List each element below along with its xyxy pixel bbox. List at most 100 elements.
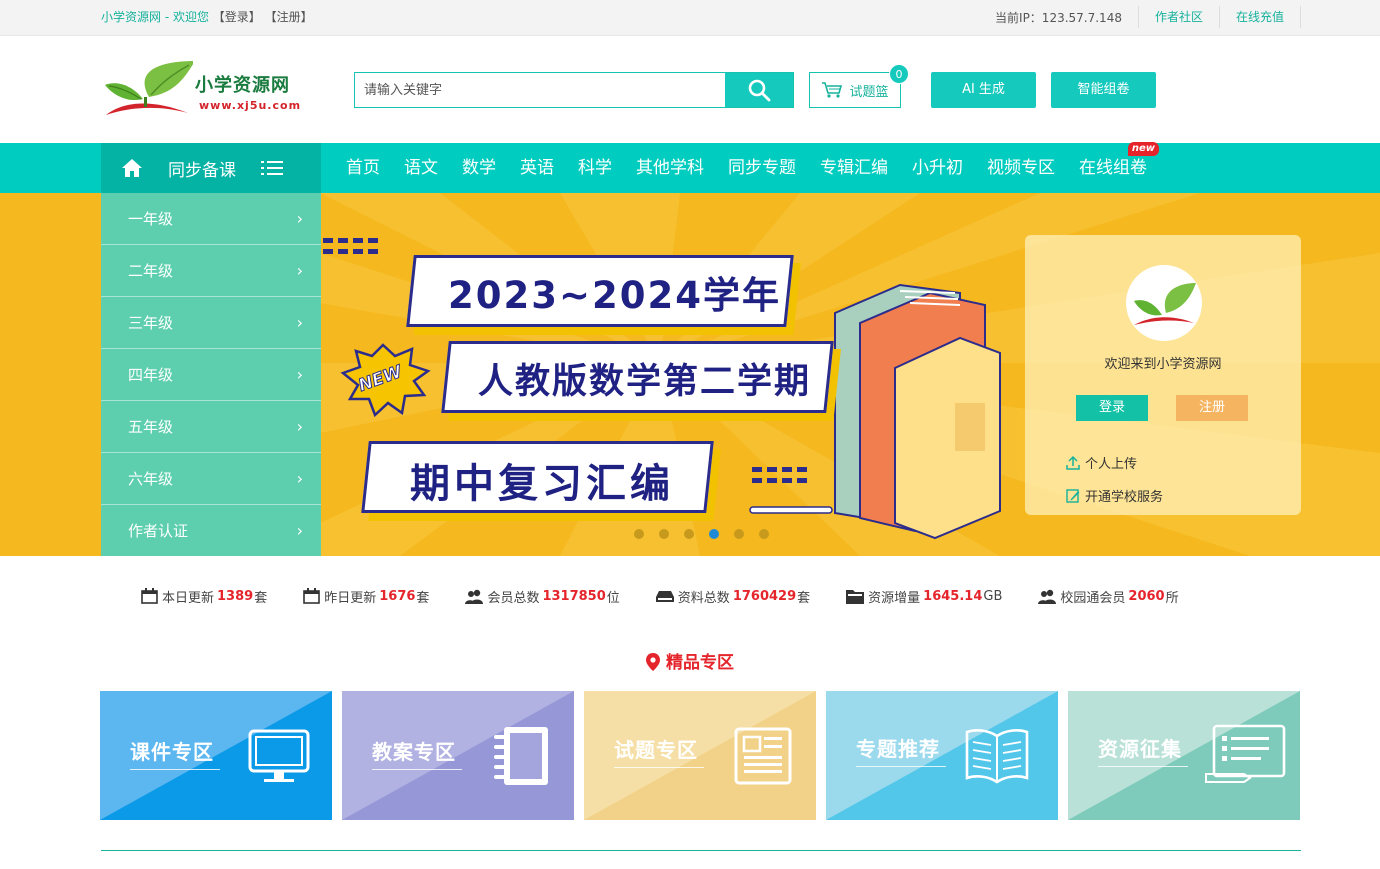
grade-label: 六年级: [128, 470, 174, 488]
stat-campus: 校园通会员 2060 所: [1038, 587, 1179, 606]
grade-label: 五年级: [128, 418, 174, 436]
nav-item-sync-topics[interactable]: 同步专题: [716, 143, 808, 193]
stat-label: 本日更新: [162, 590, 215, 606]
card-lesson-plan[interactable]: 教案专区: [342, 691, 574, 820]
panel-login-button[interactable]: 登录: [1076, 395, 1148, 421]
drive-icon: [655, 591, 674, 602]
author-certification-item[interactable]: 作者认证 ›: [101, 505, 321, 556]
nav-item-junior-entry[interactable]: 小升初: [900, 143, 975, 193]
nav-item-english[interactable]: 英语: [508, 143, 566, 193]
top-bar: 小学资源网 - 欢迎您 【登录】 【注册】 当前IP：123.57.7.148 …: [0, 0, 1380, 36]
stat-value: 1760429: [732, 588, 797, 604]
card-title: 教案专区: [372, 740, 456, 764]
nav-item-video[interactable]: 视频专区: [975, 143, 1067, 193]
carousel-dot[interactable]: [734, 529, 744, 539]
nav-item-other-subjects[interactable]: 其他学科: [624, 143, 716, 193]
open-book-icon: [965, 729, 1029, 784]
card-test-paper[interactable]: 试题专区: [584, 691, 816, 820]
grade-item-5[interactable]: 五年级 ›: [101, 401, 321, 453]
grade-item-4[interactable]: 四年级 ›: [101, 349, 321, 401]
grade-item-3[interactable]: 三年级 ›: [101, 297, 321, 349]
grade-item-2[interactable]: 二年级 ›: [101, 245, 321, 297]
grade-label: 一年级: [128, 210, 174, 228]
sync-prep-menu[interactable]: 同步备课: [101, 143, 321, 193]
stat-label: 资源增量: [868, 590, 921, 606]
carousel-dot[interactable]: [634, 529, 644, 539]
search-button[interactable]: [725, 73, 793, 107]
card-title: 资源征集: [1098, 737, 1182, 761]
chevron-right-icon: ›: [296, 261, 303, 280]
card-underline: [130, 769, 220, 770]
logo-url: www.xj5u.com: [199, 99, 302, 112]
new-badge: new: [1127, 142, 1159, 156]
recharge-link[interactable]: 在线充值: [1218, 6, 1301, 28]
premium-title-text: 精品专区: [666, 653, 734, 673]
leaf-logo-icon: [105, 61, 195, 115]
login-link[interactable]: 【登录】: [213, 10, 261, 24]
stat-label: 资料总数: [677, 590, 730, 606]
card-title: 专题推荐: [856, 737, 940, 761]
welcome-area: 小学资源网 - 欢迎您 【登录】 【注册】: [101, 0, 313, 34]
users-icon: [465, 589, 484, 604]
stat-value: 1389: [217, 588, 254, 604]
carousel-dots: [634, 529, 769, 539]
welcome-text: 小学资源网 - 欢迎您: [101, 10, 209, 24]
register-link[interactable]: 【注册】: [265, 10, 313, 24]
nav-item-math[interactable]: 数学: [450, 143, 508, 193]
welcome-panel: 欢迎来到小学资源网 登录 注册 个人上传 开通学校服务: [1025, 235, 1301, 515]
carousel-dot[interactable]: [659, 529, 669, 539]
carousel-dot-active[interactable]: [709, 529, 719, 539]
nav-item-online-paper[interactable]: 在线组卷 new: [1067, 142, 1159, 193]
section-divider: [101, 850, 1301, 851]
stat-value: 1317850: [542, 588, 606, 604]
panel-register-button[interactable]: 注册: [1176, 395, 1248, 421]
chevron-right-icon: ›: [296, 365, 303, 384]
carousel-dot[interactable]: [684, 529, 694, 539]
card-topic-recommend[interactable]: 专题推荐: [826, 691, 1058, 820]
card-courseware[interactable]: 课件专区: [100, 691, 332, 820]
premium-zone-title: 精品专区: [0, 648, 1380, 673]
search-icon: [748, 79, 771, 102]
card-underline: [856, 766, 946, 767]
sync-prep-label: 同步备课: [168, 160, 236, 181]
banner-line1: 2023~2024学年: [448, 274, 781, 317]
leaf-logo-icon: [1134, 283, 1196, 325]
stat-unit: 位: [606, 590, 620, 606]
author-community-link[interactable]: 作者社区: [1137, 6, 1219, 28]
nav-item-chinese[interactable]: 语文: [392, 143, 450, 193]
chevron-right-icon: ›: [296, 313, 303, 332]
school-service-link[interactable]: 开通学校服务: [1065, 486, 1163, 505]
stat-value: 1676: [379, 588, 416, 604]
search-box: [354, 72, 794, 108]
personal-upload-link[interactable]: 个人上传: [1065, 453, 1137, 472]
nav-item-online-paper-label: 在线组卷: [1079, 158, 1147, 178]
grade-menu: 一年级 › 二年级 › 三年级 › 四年级 › 五年级 › 六年级 › 作者认证 ›: [101, 193, 321, 556]
cart-icon: [822, 82, 843, 98]
ai-generate-button[interactable]: AI 生成: [931, 72, 1036, 108]
question-basket-button[interactable]: 试题篮 0: [809, 64, 909, 108]
document-icon: [734, 727, 792, 785]
nav-item-home[interactable]: 首页: [334, 143, 392, 193]
card-underline: [614, 767, 704, 768]
basket-label: 试题篮: [849, 84, 889, 100]
calendar-icon: [141, 588, 158, 604]
smart-paper-button[interactable]: 智能组卷: [1051, 72, 1156, 108]
location-pin-icon: [646, 653, 660, 671]
card-underline: [1098, 766, 1188, 767]
grade-item-6[interactable]: 六年级 ›: [101, 453, 321, 505]
carousel-dot[interactable]: [759, 529, 769, 539]
site-logo[interactable]: 小学资源网 www.xj5u.com: [103, 59, 303, 119]
nav-item-albums[interactable]: 专辑汇编: [808, 143, 900, 193]
current-ip: 当前IP：123.57.7.148: [995, 10, 1122, 25]
stat-unit: 套: [797, 590, 811, 606]
stat-yesterday: 昨日更新 1676 套: [303, 587, 429, 606]
grade-item-1[interactable]: 一年级 ›: [101, 193, 321, 245]
stat-unit: 所: [1165, 590, 1179, 606]
nav-item-science[interactable]: 科学: [566, 143, 624, 193]
upload-icon: [1066, 455, 1080, 470]
users-icon: [1038, 589, 1057, 604]
search-input[interactable]: [355, 73, 725, 107]
hero-banner[interactable]: 一年级 › 二年级 › 三年级 › 四年级 › 五年级 › 六年级 › 作者认证 › 2023…: [0, 193, 1380, 556]
card-resource-collection[interactable]: 资源征集: [1068, 691, 1300, 820]
chevron-right-icon: ›: [296, 521, 303, 540]
